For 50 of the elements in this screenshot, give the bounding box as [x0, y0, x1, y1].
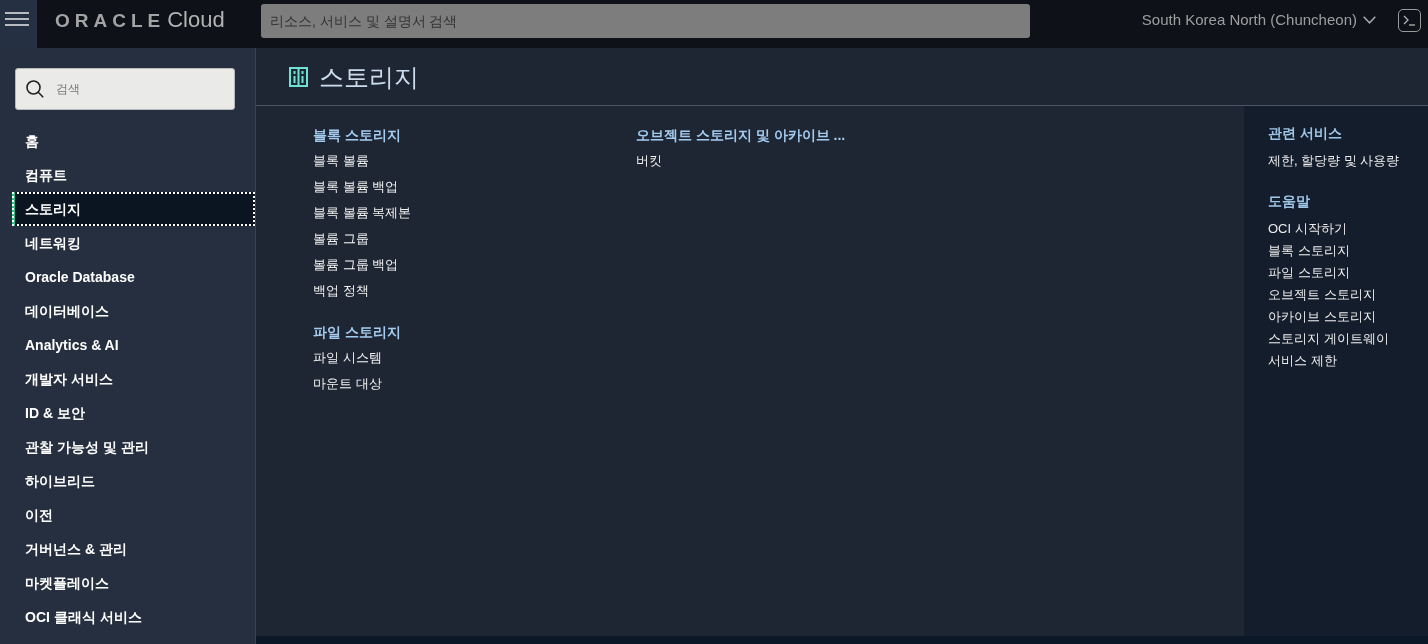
- terminal-icon: [1403, 15, 1416, 26]
- sidebar-item[interactable]: 거버넌스 & 관리: [12, 532, 255, 566]
- help-link[interactable]: OCI 시작하기: [1268, 218, 1347, 240]
- service-link[interactable]: 블록 볼륨 백업: [313, 174, 399, 200]
- section-heading: 파일 스토리지: [313, 322, 401, 342]
- storage-rack-icon: [289, 66, 308, 87]
- terminal-button[interactable]: [1398, 9, 1421, 32]
- sidebar-item[interactable]: OCI 클래식 서비스: [12, 600, 255, 634]
- help-link[interactable]: 서비스 제한: [1268, 350, 1337, 372]
- help-link[interactable]: 파일 스토리지: [1268, 262, 1350, 284]
- service-link[interactable]: 블록 볼륨: [313, 148, 369, 174]
- service-link[interactable]: 볼륨 그룹: [313, 226, 369, 252]
- sidebar-item[interactable]: Oracle Database: [12, 260, 255, 294]
- sidebar-item[interactable]: 마켓플레이스: [12, 566, 255, 600]
- menu-button[interactable]: [0, 0, 37, 48]
- sidebar-search-field[interactable]: 검색: [15, 68, 235, 110]
- sidebar-item[interactable]: 이전: [12, 498, 255, 532]
- sidebar-item[interactable]: 홈: [12, 124, 255, 158]
- help-link[interactable]: 오브젝트 스토리지: [1268, 284, 1376, 306]
- product-name: Cloud: [167, 8, 225, 32]
- section-heading: 오브젝트 스토리지 및 아카이브 ...: [636, 125, 846, 145]
- global-search-field[interactable]: 리소스, 서비스 및 설명서 검색: [261, 4, 1030, 38]
- page-title: 스토리지: [319, 61, 419, 93]
- sidebar-item[interactable]: 데이터베이스: [12, 294, 255, 328]
- service-link[interactable]: 마운트 대상: [313, 371, 382, 397]
- help-link[interactable]: 블록 스토리지: [1268, 240, 1350, 262]
- sidebar-item[interactable]: Analytics & AI: [12, 328, 255, 362]
- help-link[interactable]: 스토리지 게이트웨이: [1268, 328, 1389, 350]
- sidebar-item[interactable]: 관찰 가능성 및 관리: [12, 430, 255, 464]
- service-link[interactable]: 볼륨 그룹 백업: [313, 252, 399, 278]
- sidebar-item[interactable]: 스토리지: [12, 192, 255, 226]
- help-link[interactable]: 아카이브 스토리지: [1268, 306, 1376, 328]
- section-heading: 블록 스토리지: [313, 125, 401, 145]
- logo-wordmark[interactable]: ORACLE: [55, 9, 166, 33]
- help-link[interactable]: 제한, 할당량 및 사용량: [1268, 150, 1400, 172]
- sidebar-item[interactable]: 컴퓨트: [12, 158, 255, 192]
- chevron-down-icon: [1363, 16, 1376, 24]
- sidebar-item[interactable]: ID & 보안: [12, 396, 255, 430]
- service-link[interactable]: 백업 정책: [313, 278, 369, 304]
- sidebar-item[interactable]: 네트워킹: [12, 226, 255, 260]
- service-link[interactable]: 블록 볼륨 복제본: [313, 200, 412, 226]
- region-selector[interactable]: South Korea North (Chuncheon): [1141, 9, 1376, 31]
- service-link[interactable]: 파일 시스템: [313, 345, 382, 371]
- section-heading: 관련 서비스: [1268, 123, 1342, 143]
- sidebar-item[interactable]: 개발자 서비스: [12, 362, 255, 396]
- section-heading: 도움말: [1268, 191, 1310, 211]
- service-link[interactable]: 버킷: [636, 148, 662, 174]
- sidebar-item[interactable]: 하이브리드: [12, 464, 255, 498]
- search-icon: [26, 80, 44, 98]
- menu-icon: [5, 12, 29, 26]
